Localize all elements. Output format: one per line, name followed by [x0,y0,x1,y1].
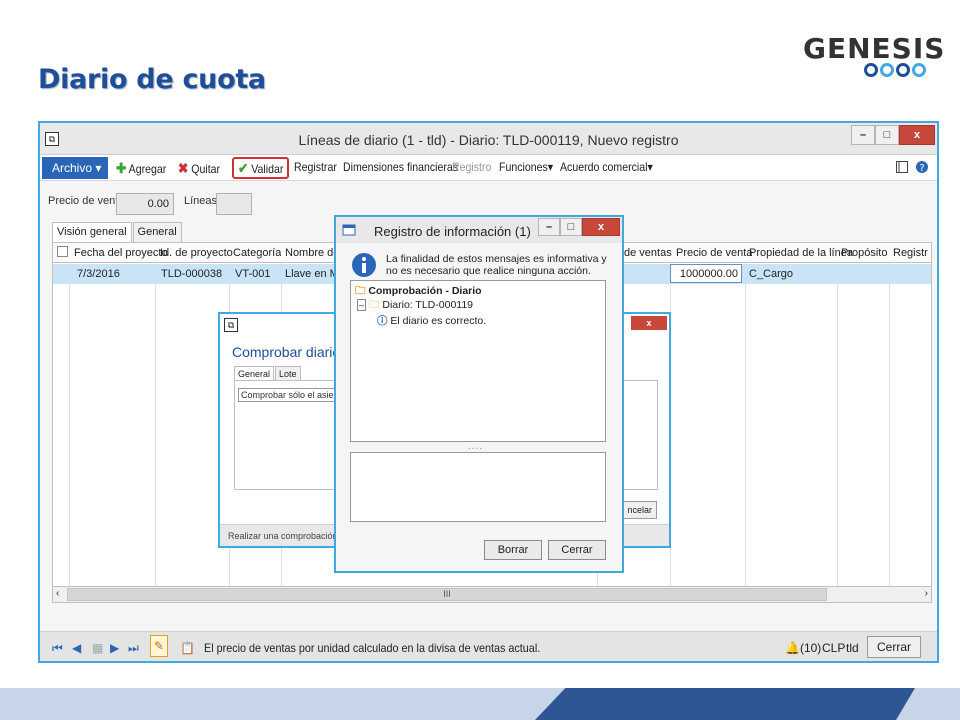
bell-icon: 🔔 [785,641,800,655]
infolog-title: Registro de información (1) [374,224,531,239]
genesis-logo: GENESIS [803,32,946,80]
grid-view-icon[interactable]: ▦ [92,641,103,655]
last-record-icon[interactable]: ⏭ [128,641,139,656]
main-titlebar: ⧉ Líneas de diario (1 - tld) - Diario: T… [40,123,937,155]
logo-text: GENESIS [803,32,946,65]
logo-rings-icon [864,63,926,77]
lineas-label: Líneas: [184,195,221,207]
action-toolbar: Archivo ▾ ✚ Agregar ✖ Quitar ✔ Validar R… [40,155,937,181]
col-propiedad[interactable]: Propiedad de la línea [749,247,853,259]
main-window-title: Líneas de diario (1 - tld) - Diario: TLD… [298,132,679,148]
tab-strip: Visión general General [52,222,183,243]
folder-icon: 🗀 [355,285,366,297]
first-record-icon[interactable]: ⏮ [52,641,63,656]
comprobar-asiento-option[interactable]: Comprobar sólo el asiento [238,388,350,402]
footer-accent [535,688,915,720]
precio-venta-field[interactable]: 0.00 [116,193,174,215]
attachment-icon[interactable]: 📋 [180,641,195,655]
infolog-message: La finalidad de estos mensajes es inform… [386,253,607,277]
acuerdo-comercial-menu[interactable]: Acuerdo comercial▾ [560,160,653,174]
archivo-menu-button[interactable]: Archivo ▾ [42,157,108,179]
notifications-bell[interactable]: 🔔(10) [785,641,821,655]
comprobar-tabs: General Lote [234,366,302,381]
tab-general[interactable]: General [132,222,182,242]
tab-vision-general[interactable]: Visión general [52,222,132,243]
cell-propiedad[interactable]: C_Cargo [749,268,793,280]
registrar-button[interactable]: Registrar [294,160,337,174]
tab-comprobar-lote[interactable]: Lote [275,366,301,381]
info-small-icon: ⓘ [377,315,388,327]
delete-x-icon: ✖ [178,160,189,176]
dropdown-arrow-icon: ▾ [647,160,653,174]
registro-button[interactable]: Registro [452,160,491,174]
info-icon [352,253,376,277]
help-icon[interactable]: ? [915,160,929,174]
svg-text:?: ? [919,163,924,174]
close-window-button[interactable]: x [899,125,935,145]
cell-proyecto[interactable]: TLD-000038 [161,268,222,280]
col-precio-venta[interactable]: Precio de venta [676,247,752,259]
infolog-titlebar: Registro de información (1) – □ x [336,217,622,243]
next-record-icon[interactable]: ▶ [110,641,119,655]
cell-categoria[interactable]: VT-001 [235,268,270,280]
infolog-minimize-button[interactable]: – [538,218,560,236]
book-icon[interactable] [895,160,909,174]
col-categoria[interactable]: Categoría [233,247,281,259]
status-message: El precio de ventas por unidad calculado… [204,641,541,655]
agregar-button[interactable]: ✚ Agregar [116,160,166,177]
funciones-menu[interactable]: Funciones▾ [499,160,553,174]
col-nombre[interactable]: Nombre de c [285,247,335,259]
comprobar-close-button[interactable]: x [631,316,667,330]
infolog-tree: 🗀 Comprobación - Diario – 🗀 Diario: TLD-… [350,280,606,442]
currency-indicator[interactable]: CLP [822,641,845,655]
infolog-detail-pane [350,452,606,522]
col-fecha[interactable]: Fecha del proyecto [74,247,168,259]
pane-splitter[interactable]: .... [468,441,483,452]
chevron-down-icon: ▾ [95,161,102,175]
dropdown-arrow-icon: ▾ [547,160,554,174]
infolog-close-button[interactable]: x [582,218,620,236]
plus-icon: ✚ [116,160,127,176]
col-id-proyecto[interactable]: Id. de proyecto [160,247,233,259]
dimensiones-button[interactable]: Dimensiones financieras [343,160,458,174]
scroll-left-icon[interactable]: ‹ [56,588,59,599]
slide-title: Diario de cuota [38,64,266,95]
maximize-button[interactable]: □ [875,125,899,145]
dialog-window-icon: ⧉ [224,318,238,332]
col-registro[interactable]: Registr [893,247,931,259]
col-ventas[interactable]: de ventas [624,247,672,259]
quitar-button[interactable]: ✖ Quitar [178,160,220,177]
tree-result-node[interactable]: ⓘ El diario es correcto. [377,313,486,328]
horizontal-scrollbar[interactable]: ‹ III › [52,586,932,603]
cell-fecha[interactable]: 7/3/2016 [77,268,120,280]
infolog-cerrar-button[interactable]: Cerrar [548,540,606,560]
minimize-button[interactable]: – [851,125,875,145]
borrar-button[interactable]: Borrar [484,540,542,560]
infolog-window-icon [342,224,356,236]
scroll-right-icon[interactable]: › [925,588,928,599]
select-all-checkbox[interactable] [57,246,68,257]
scroll-thumb[interactable]: III [67,588,827,601]
checkmark-icon: ✔ [238,160,249,176]
infolog-maximize-button[interactable]: □ [560,218,582,236]
status-bar: ⏮ ◀ ▦ ▶ ⏭ ✎ 📋 El precio de ventas por un… [40,631,937,661]
previous-record-icon[interactable]: ◀ [72,641,81,655]
journal-folder-icon: 🗀 [368,299,380,311]
infolog-dialog: Registro de información (1) – □ x La fin… [334,215,624,573]
lineas-field[interactable] [216,193,252,215]
tab-comprobar-general[interactable]: General [234,366,275,381]
validar-button[interactable]: ✔ Validar [238,160,283,177]
cell-precio-venta-input[interactable]: 1000000.00 [670,264,742,283]
cerrar-button[interactable]: Cerrar [867,636,921,658]
collapse-minus-icon: – [357,299,367,311]
company-indicator[interactable]: tld [846,641,859,655]
edit-pencil-icon[interactable]: ✎ [150,635,168,657]
col-proposito[interactable]: Propósito [841,247,887,259]
